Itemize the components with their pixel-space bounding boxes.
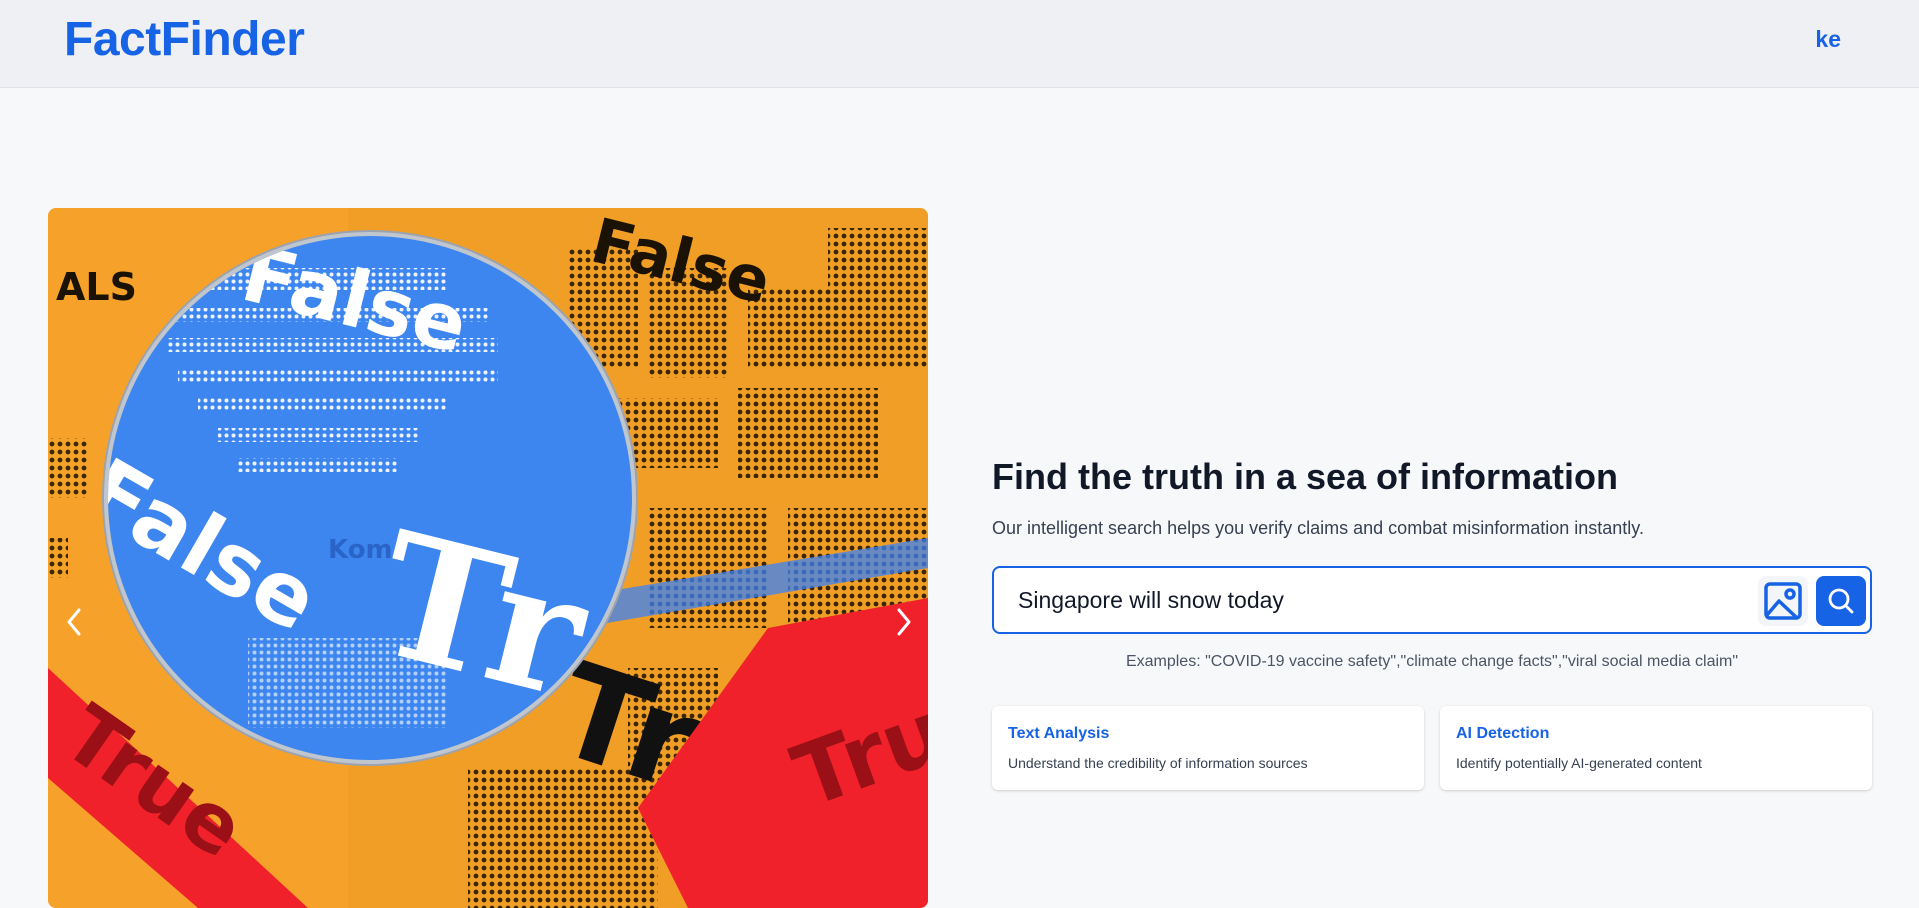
carousel-image: ALS False True True Tru False False Tr K…: [48, 208, 928, 908]
feature-description: Identify potentially AI-generated conten…: [1456, 755, 1702, 771]
chevron-left-icon: [67, 608, 81, 636]
feature-title: Text Analysis: [1008, 725, 1110, 742]
user-avatar[interactable]: ke: [1815, 24, 1841, 54]
image-icon: [1764, 582, 1802, 620]
top-nav: FactFinder ke: [0, 0, 1919, 88]
feature-card-text-analysis[interactable]: Text Analysis Understand the credibility…: [992, 706, 1424, 790]
search-icon: [1828, 588, 1854, 614]
feature-description: Understand the credibility of informatio…: [1008, 755, 1308, 771]
hero-title: Find the truth in a sea of information: [992, 456, 1618, 497]
search-button[interactable]: [1816, 576, 1866, 626]
carousel-next-button[interactable]: [886, 598, 922, 646]
app-logo[interactable]: FactFinder: [64, 12, 305, 68]
feature-card-ai-detection[interactable]: AI Detection Identify potentially AI-gen…: [1440, 706, 1872, 790]
image-word-als: ALS: [56, 265, 137, 309]
hero-subtitle: Our intelligent search helps you verify …: [992, 518, 1644, 538]
carousel-prev-button[interactable]: [56, 598, 92, 646]
search-examples: Examples: "COVID-19 vaccine safety","cli…: [1125, 653, 1739, 670]
chevron-right-icon: [897, 608, 911, 636]
search-bar: [992, 566, 1872, 634]
hero-carousel: ALS False True True Tru False False Tr K…: [48, 208, 928, 908]
image-upload-button[interactable]: [1758, 576, 1808, 626]
svg-text:Kom: Kom: [328, 535, 393, 565]
feature-title: AI Detection: [1456, 725, 1550, 742]
search-input[interactable]: [1018, 580, 1738, 620]
